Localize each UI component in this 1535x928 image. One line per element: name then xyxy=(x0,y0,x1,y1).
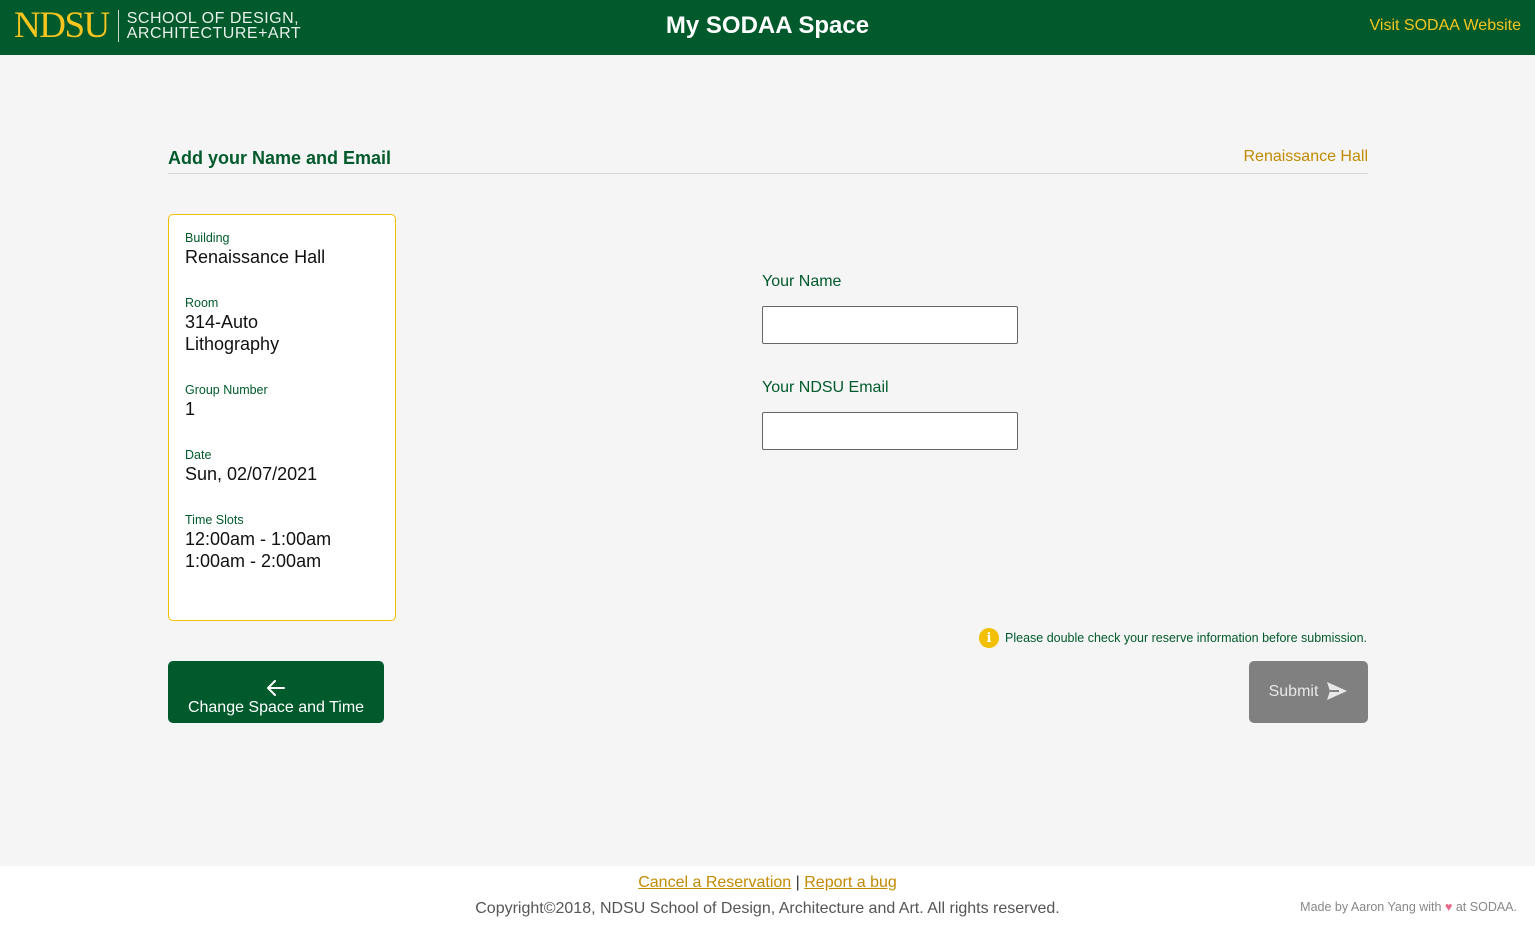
section-divider xyxy=(168,173,1368,174)
page-footer: Cancel a Reservation | Report a bug Copy… xyxy=(0,866,1535,928)
send-icon xyxy=(1326,681,1348,704)
summary-room: Room 314-Auto Lithography xyxy=(185,296,379,355)
room-value-line-2: Lithography xyxy=(185,334,280,354)
room-value-line-1: 314-Auto xyxy=(185,312,259,332)
visit-sodaa-website-link[interactable]: Visit SODAA Website xyxy=(1370,17,1521,35)
submission-notice: i Please double check your reserve infor… xyxy=(979,628,1367,648)
made-by-credit: Made by Aaron Yang with ♥ at SODAA. xyxy=(1300,900,1517,914)
credit-post: at SODAA. xyxy=(1455,900,1517,914)
reservation-summary-card: Building Renaissance Hall Room 314-Auto … xyxy=(168,214,396,621)
your-email-input[interactable] xyxy=(762,412,1018,450)
summary-building: Building Renaissance Hall xyxy=(185,231,379,268)
credit-pre: Made by Aaron Yang with xyxy=(1300,900,1442,914)
section-building-name: Renaissance Hall xyxy=(1243,148,1368,165)
summary-group-number: Group Number 1 xyxy=(185,383,379,420)
group-number-value: 1 xyxy=(185,399,196,419)
top-bar: NDSU SCHOOL OF DESIGN, ARCHITECTURE+ART … xyxy=(0,0,1535,55)
submit-button[interactable]: Submit xyxy=(1249,661,1368,723)
your-name-label: Your Name xyxy=(762,273,842,290)
time-slot-item: 12:00am - 1:00am xyxy=(185,529,332,549)
your-name-input[interactable] xyxy=(762,306,1018,344)
your-email-label: Your NDSU Email xyxy=(762,379,889,396)
submit-label: Submit xyxy=(1268,683,1319,700)
footer-link-separator: | xyxy=(795,874,800,891)
heart-icon: ♥ xyxy=(1444,900,1453,914)
section-title: Add your Name and Email xyxy=(168,148,392,168)
change-space-and-time-button[interactable]: Change Space and Time xyxy=(168,661,384,723)
app-title: My SODAA Space xyxy=(665,12,870,39)
building-value: Renaissance Hall xyxy=(185,247,326,267)
time-slots-label: Time Slots xyxy=(185,513,244,527)
room-label: Room xyxy=(185,296,219,310)
date-value: Sun, 02/07/2021 xyxy=(185,464,318,484)
footer-links: Cancel a Reservation | Report a bug xyxy=(0,874,1535,892)
time-slot-item: 1:00am - 2:00am xyxy=(185,551,322,571)
info-icon: i xyxy=(979,628,999,648)
arrow-left-icon xyxy=(168,677,384,697)
summary-time-slots: Time Slots 12:00am - 1:00am 1:00am - 2:0… xyxy=(185,513,379,572)
report-bug-link[interactable]: Report a bug xyxy=(804,874,897,891)
building-label: Building xyxy=(185,231,230,245)
change-space-and-time-label: Change Space and Time xyxy=(187,699,365,716)
group-number-label: Group Number xyxy=(185,383,268,397)
notice-text: Please double check your reserve informa… xyxy=(1005,631,1367,645)
summary-date: Date Sun, 02/07/2021 xyxy=(185,448,379,485)
date-label: Date xyxy=(185,448,212,462)
cancel-reservation-link[interactable]: Cancel a Reservation xyxy=(638,874,791,891)
